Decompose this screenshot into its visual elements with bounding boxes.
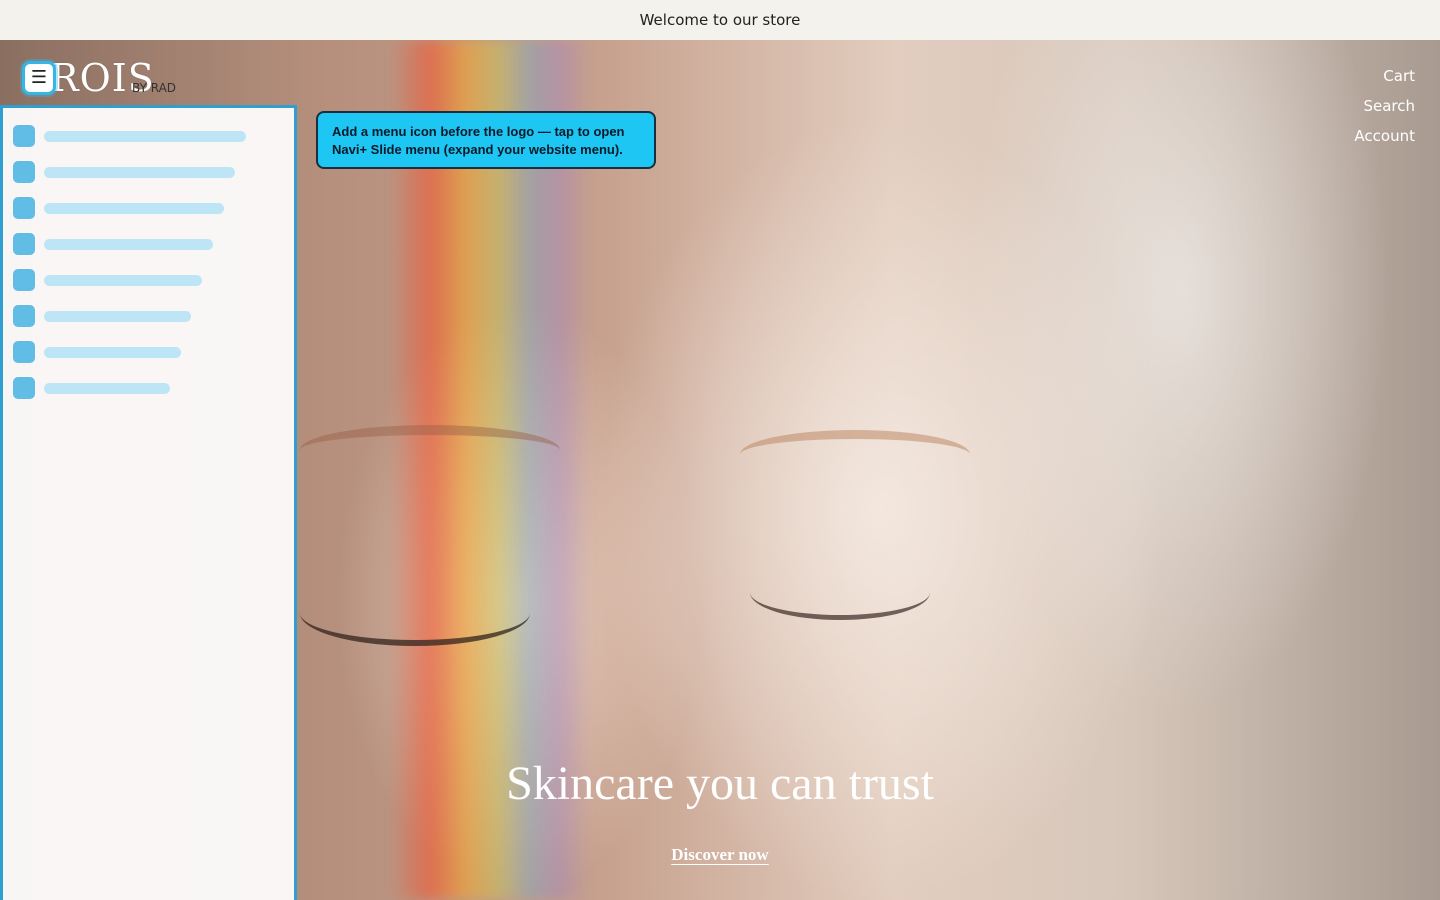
discover-now-link[interactable]: Discover now <box>671 845 768 864</box>
menu-item-placeholder <box>13 305 191 327</box>
menu-item-placeholder <box>13 197 224 219</box>
hamburger-icon: ☰ <box>30 67 48 88</box>
left-eyebrow <box>300 425 560 475</box>
nav-search[interactable]: Search <box>1363 96 1415 116</box>
menu-item-label-placeholder <box>44 130 246 142</box>
onboarding-tooltip: Add a menu icon before the logo — tap to… <box>316 111 656 169</box>
menu-item-placeholder <box>13 377 170 399</box>
menu-item-icon-placeholder <box>13 305 35 327</box>
right-eye <box>750 565 930 620</box>
menu-item-placeholder <box>13 233 213 255</box>
menu-item-icon-placeholder <box>13 341 35 363</box>
menu-item-icon-placeholder <box>13 269 35 291</box>
menu-item-label-placeholder <box>44 166 235 178</box>
announcement-bar: Welcome to our store <box>0 0 1440 40</box>
header-nav: Cart Search Account <box>1354 66 1415 146</box>
menu-item-placeholder <box>13 269 202 291</box>
nav-cart[interactable]: Cart <box>1383 66 1415 86</box>
slide-menu-panel <box>0 105 297 900</box>
menu-item-label-placeholder <box>44 346 181 358</box>
announcement-text: Welcome to our store <box>639 11 801 29</box>
menu-item-icon-placeholder <box>13 197 35 219</box>
menu-item-icon-placeholder <box>13 161 35 183</box>
menu-item-icon-placeholder <box>13 233 35 255</box>
menu-item-label-placeholder <box>44 310 191 322</box>
nav-account[interactable]: Account <box>1354 126 1415 146</box>
left-eye <box>300 580 530 646</box>
menu-item-icon-placeholder <box>13 377 35 399</box>
menu-item-label-placeholder <box>44 382 170 394</box>
menu-item-label-placeholder <box>44 202 224 214</box>
menu-button[interactable]: ☰ <box>22 61 56 95</box>
menu-item-label-placeholder <box>44 238 213 250</box>
menu-item-label-placeholder <box>44 274 202 286</box>
menu-item-placeholder <box>13 125 246 147</box>
menu-item-placeholder <box>13 161 235 183</box>
logo-subtitle: BY RAD <box>132 81 177 95</box>
right-eyebrow <box>740 430 970 479</box>
menu-item-icon-placeholder <box>13 125 35 147</box>
menu-item-placeholder <box>13 341 181 363</box>
